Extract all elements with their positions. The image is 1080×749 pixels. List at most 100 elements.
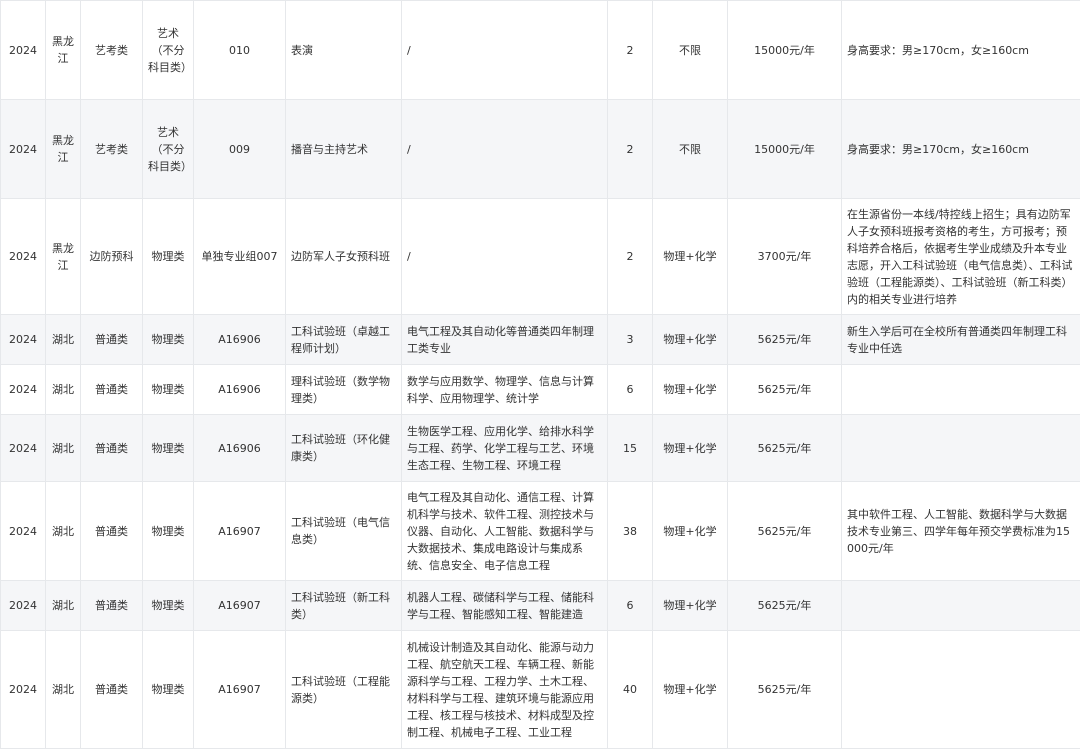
table-row: 2024 黑龙江 边防预科 物理类 单独专业组007 边防军人子女预科班/2 物理+化学 37… [0, 198, 1080, 315]
table-row: 2024 湖北 普通类 物理类 A16907 工科试验班（电气信息类） 电气工程及其自动化、… [0, 481, 1080, 581]
cell-subject-requirement: 物理+化学 [652, 414, 728, 482]
cell-year: 2024 [0, 630, 46, 749]
cell-plan-count: 2 [607, 198, 653, 315]
cell-type: 普通类 [80, 630, 143, 749]
cell-province: 湖北 [45, 364, 81, 415]
cell-subject-category: 物理类 [142, 630, 194, 749]
cell-major: 工科试验班（卓越工程师计划） [285, 314, 402, 365]
cell-group-code: 单独专业组007 [193, 198, 286, 315]
cell-group-code: A16907 [193, 580, 286, 631]
cell-subject-category: 艺术（不分科目类） [142, 99, 194, 199]
cell-year: 2024 [0, 314, 46, 365]
cell-province: 黑龙江 [45, 0, 81, 100]
cell-tuition: 5625元/年 [727, 630, 842, 749]
cell-tuition: 5625元/年 [727, 364, 842, 415]
cell-included-majors: 电气工程及其自动化等普通类四年制理工类专业 [401, 314, 608, 365]
cell-plan-count: 3 [607, 314, 653, 365]
cell-group-code: A16907 [193, 630, 286, 749]
cell-province: 黑龙江 [45, 99, 81, 199]
cell-year: 2024 [0, 481, 46, 581]
cell-subject-category: 物理类 [142, 481, 194, 581]
cell-type: 普通类 [80, 364, 143, 415]
cell-subject-requirement: 不限 [652, 0, 728, 100]
cell-subject-category: 物理类 [142, 414, 194, 482]
cell-province: 湖北 [45, 580, 81, 631]
cell-plan-count: 38 [607, 481, 653, 581]
cell-included-majors: 生物医学工程、应用化学、给排水科学与工程、药学、化学工程与工艺、环境生态工程、生… [401, 414, 608, 482]
admission-plan-table: 2024 黑龙江 艺考类 艺术（不分科目类） 010 表演/2 不限 15000元/年 身高要求… [0, 0, 1080, 749]
cell-major: 播音与主持艺术 [285, 99, 402, 199]
cell-subject-category: 艺术（不分科目类） [142, 0, 194, 100]
cell-subject-requirement: 物理+化学 [652, 630, 728, 749]
table-row: 2024 湖北 普通类 物理类 A16906 工科试验班（环化健康类） 生物医学工程、应用化… [0, 414, 1080, 482]
cell-group-code: A16907 [193, 481, 286, 581]
cell-subject-category: 物理类 [142, 580, 194, 631]
table-row: 2024 黑龙江 艺考类 艺术（不分科目类） 009 播音与主持艺术/2 不限 15000元/… [0, 99, 1080, 199]
cell-subject-category: 物理类 [142, 198, 194, 315]
cell-major: 边防军人子女预科班 [285, 198, 402, 315]
cell-group-code: A16906 [193, 364, 286, 415]
cell-subject-requirement: 不限 [652, 99, 728, 199]
cell-type: 艺考类 [80, 99, 143, 199]
cell-major: 工科试验班（电气信息类） [285, 481, 402, 581]
cell-included-majors: / [401, 0, 608, 100]
cell-included-majors: 机器人工程、碳储科学与工程、储能科学与工程、智能感知工程、智能建造 [401, 580, 608, 631]
cell-province: 湖北 [45, 414, 81, 482]
cell-plan-count: 6 [607, 580, 653, 631]
cell-type: 艺考类 [80, 0, 143, 100]
table-row: 2024 湖北 普通类 物理类 A16906 理科试验班（数学物理类） 数学与应用数学、物理… [0, 364, 1080, 415]
cell-tuition: 5625元/年 [727, 414, 842, 482]
table-row: 2024 黑龙江 艺考类 艺术（不分科目类） 010 表演/2 不限 15000元/年 身高要求… [0, 0, 1080, 100]
cell-year: 2024 [0, 198, 46, 315]
cell-included-majors: 机械设计制造及其自动化、能源与动力工程、航空航天工程、车辆工程、新能源科学与工程… [401, 630, 608, 749]
cell-plan-count: 2 [607, 99, 653, 199]
cell-note: 在生源省份一本线/特控线上招生；具有边防军人子女预科班报考资格的考生，方可报考；… [841, 198, 1080, 315]
cell-note: 其中软件工程、人工智能、数据科学与大数据技术专业第三、四学年每年预交学费标准为1… [841, 481, 1080, 581]
cell-note [841, 630, 1080, 749]
cell-province: 湖北 [45, 314, 81, 365]
cell-note: 身高要求：男≥170cm，女≥160cm [841, 99, 1080, 199]
cell-note [841, 580, 1080, 631]
cell-year: 2024 [0, 364, 46, 415]
cell-included-majors: / [401, 99, 608, 199]
cell-plan-count: 6 [607, 364, 653, 415]
cell-tuition: 15000元/年 [727, 99, 842, 199]
cell-major: 工科试验班（环化健康类） [285, 414, 402, 482]
cell-province: 黑龙江 [45, 198, 81, 315]
cell-province: 湖北 [45, 481, 81, 581]
cell-type: 普通类 [80, 314, 143, 365]
cell-year: 2024 [0, 99, 46, 199]
cell-included-majors: / [401, 198, 608, 315]
cell-subject-requirement: 物理+化学 [652, 580, 728, 631]
table-row: 2024 湖北 普通类 物理类 A16906 工科试验班（卓越工程师计划） 电气工程及其自动… [0, 314, 1080, 365]
table-row: 2024 湖北 普通类 物理类 A16907 工科试验班（工程能源类） 机械设计制造及其自动… [0, 630, 1080, 749]
cell-note [841, 364, 1080, 415]
cell-tuition: 5625元/年 [727, 580, 842, 631]
cell-type: 边防预科 [80, 198, 143, 315]
cell-note: 新生入学后可在全校所有普通类四年制理工科专业中任选 [841, 314, 1080, 365]
cell-tuition: 15000元/年 [727, 0, 842, 100]
cell-type: 普通类 [80, 580, 143, 631]
cell-group-code: A16906 [193, 314, 286, 365]
cell-year: 2024 [0, 580, 46, 631]
cell-note: 身高要求：男≥170cm，女≥160cm [841, 0, 1080, 100]
cell-group-code: 010 [193, 0, 286, 100]
cell-tuition: 5625元/年 [727, 481, 842, 581]
cell-included-majors: 电气工程及其自动化、通信工程、计算机科学与技术、软件工程、测控技术与仪器、自动化… [401, 481, 608, 581]
cell-plan-count: 2 [607, 0, 653, 100]
cell-included-majors: 数学与应用数学、物理学、信息与计算科学、应用物理学、统计学 [401, 364, 608, 415]
cell-major: 工科试验班（新工科类） [285, 580, 402, 631]
cell-year: 2024 [0, 414, 46, 482]
cell-subject-category: 物理类 [142, 314, 194, 365]
cell-note [841, 414, 1080, 482]
cell-subject-requirement: 物理+化学 [652, 198, 728, 315]
cell-group-code: A16906 [193, 414, 286, 482]
table-row: 2024 湖北 普通类 物理类 A16907 工科试验班（新工科类） 机器人工程、碳储科学与… [0, 580, 1080, 631]
cell-subject-requirement: 物理+化学 [652, 314, 728, 365]
cell-tuition: 5625元/年 [727, 314, 842, 365]
cell-plan-count: 15 [607, 414, 653, 482]
cell-subject-category: 物理类 [142, 364, 194, 415]
cell-subject-requirement: 物理+化学 [652, 364, 728, 415]
cell-year: 2024 [0, 0, 46, 100]
cell-plan-count: 40 [607, 630, 653, 749]
